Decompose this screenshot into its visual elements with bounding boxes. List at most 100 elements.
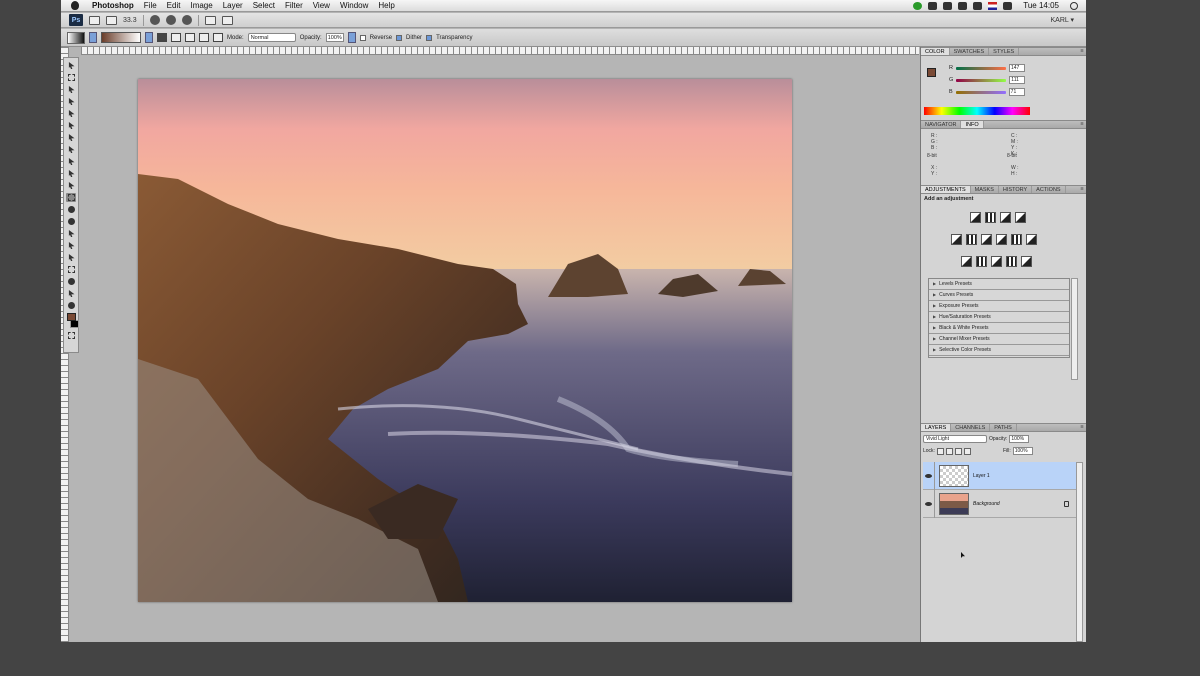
gradient-icon[interactable] <box>66 193 76 202</box>
vibrance-icon[interactable] <box>951 234 962 245</box>
linear-gradient-button[interactable] <box>157 33 167 42</box>
launch-bridge-icon[interactable] <box>89 15 100 25</box>
tab-history[interactable]: HISTORY <box>999 186 1033 193</box>
layers-scrollbar[interactable] <box>1076 462 1083 642</box>
preset-exposure[interactable]: Exposure Presets <box>929 301 1069 312</box>
lasso-icon[interactable] <box>66 85 76 94</box>
workspace-switcher[interactable]: KARL ▾ <box>1051 16 1075 24</box>
transparency-checkbox[interactable] <box>426 34 433 41</box>
tool-preset-dropdown[interactable] <box>89 32 97 43</box>
preset-curves[interactable]: Curves Presets <box>929 290 1069 301</box>
view-extras-icon[interactable] <box>106 15 117 25</box>
menu-select[interactable]: Select <box>248 1 280 10</box>
menu-file[interactable]: File <box>139 1 162 10</box>
tab-channels[interactable]: CHANNELS <box>951 424 991 431</box>
zoom-tool-icon[interactable] <box>165 15 176 25</box>
photo-filter-icon[interactable] <box>1011 234 1022 245</box>
menu-help[interactable]: Help <box>373 1 399 10</box>
wifi-icon[interactable] <box>973 1 983 10</box>
tool-preset-picker[interactable] <box>67 31 85 44</box>
panel-menu-icon[interactable]: ≡ <box>1078 186 1086 193</box>
menu-layer[interactable]: Layer <box>218 1 248 10</box>
levels-icon[interactable] <box>985 212 996 223</box>
rotate-view-icon[interactable] <box>181 15 192 25</box>
hand-tool-icon[interactable] <box>149 15 160 25</box>
radial-gradient-button[interactable] <box>171 33 181 42</box>
color-balance-icon[interactable] <box>981 234 992 245</box>
preset-channel-mixer[interactable]: Channel Mixer Presets <box>929 334 1069 345</box>
opacity-input[interactable]: 100% <box>325 33 344 42</box>
menu-view[interactable]: View <box>308 1 335 10</box>
zoom-icon[interactable] <box>66 301 76 310</box>
tab-swatches[interactable]: SWATCHES <box>950 48 990 55</box>
volume-icon[interactable] <box>1003 1 1013 10</box>
lock-transparency-icon[interactable] <box>936 447 944 455</box>
tab-actions[interactable]: ACTIONS <box>1032 186 1066 193</box>
gradient-picker[interactable] <box>101 32 141 43</box>
green-value-input[interactable]: 111 <box>1009 76 1026 84</box>
pen-icon[interactable] <box>66 229 76 238</box>
marquee-icon[interactable] <box>66 73 76 82</box>
document-image[interactable] <box>138 79 792 602</box>
bluetooth-icon[interactable] <box>943 1 953 10</box>
angle-gradient-button[interactable] <box>185 33 195 42</box>
menu-window[interactable]: Window <box>335 1 373 10</box>
layer-opacity-input[interactable]: 100% <box>1009 435 1030 443</box>
presets-scrollbar[interactable] <box>1071 278 1078 380</box>
apple-logo-icon[interactable] <box>71 1 79 10</box>
invert-icon[interactable] <box>961 256 972 267</box>
dodge-icon[interactable] <box>66 217 76 226</box>
hand-icon[interactable] <box>66 289 76 298</box>
panel-menu-icon[interactable]: ≡ <box>1078 48 1086 55</box>
layer-row-background[interactable]: Background <box>923 489 1077 518</box>
channel-mixer-icon[interactable] <box>1026 234 1037 245</box>
menubar-clock[interactable]: Tue 14:05 <box>1018 1 1064 10</box>
lock-position-icon[interactable] <box>954 447 962 455</box>
preset-levels[interactable]: Levels Presets <box>929 279 1069 290</box>
blue-slider[interactable] <box>955 90 1006 94</box>
tab-navigator[interactable]: NAVIGATOR <box>921 121 962 128</box>
brush-icon[interactable] <box>66 145 76 154</box>
history-brush-icon[interactable] <box>66 169 76 178</box>
crop-icon[interactable] <box>66 109 76 118</box>
foreground-color-swatch[interactable] <box>66 313 76 321</box>
color-spectrum-ramp[interactable] <box>924 107 1030 115</box>
screen-mode-icon[interactable] <box>221 15 233 25</box>
blue-value-input[interactable]: 71 <box>1008 88 1025 96</box>
visibility-eye-icon[interactable] <box>923 461 935 490</box>
eyedropper-icon[interactable] <box>66 121 76 130</box>
threshold-icon[interactable] <box>991 256 1002 267</box>
fill-input[interactable]: 100% <box>1012 447 1033 455</box>
tab-masks[interactable]: MASKS <box>971 186 999 193</box>
background-color-swatch[interactable] <box>69 320 79 328</box>
opacity-dropdown[interactable] <box>347 32 356 43</box>
gradient-dropdown[interactable] <box>145 32 153 43</box>
path-select-icon[interactable] <box>66 253 76 262</box>
curves-icon[interactable] <box>1000 212 1011 223</box>
red-value-input[interactable]: 147 <box>1008 64 1025 72</box>
sync-icon[interactable] <box>913 1 923 10</box>
zoom-level[interactable]: 33.3 <box>123 17 137 24</box>
document-canvas-area[interactable] <box>70 56 920 642</box>
exposure-icon[interactable] <box>1015 212 1026 223</box>
type-icon[interactable] <box>66 241 76 250</box>
tab-styles[interactable]: STYLES <box>989 48 1020 55</box>
dither-checkbox[interactable] <box>396 34 403 41</box>
selective-color-icon[interactable] <box>1021 256 1032 267</box>
eraser-icon[interactable] <box>66 181 76 190</box>
arrange-documents-icon[interactable] <box>204 15 216 25</box>
quick-select-icon[interactable] <box>66 97 76 106</box>
lock-pixels-icon[interactable] <box>945 447 953 455</box>
red-slider[interactable] <box>955 66 1006 70</box>
green-slider[interactable] <box>956 78 1007 82</box>
color-foreground-swatch[interactable] <box>927 68 936 77</box>
reverse-checkbox[interactable] <box>359 34 366 41</box>
blur-icon[interactable] <box>66 205 76 214</box>
shape-icon[interactable] <box>66 265 76 274</box>
tab-paths[interactable]: PATHS <box>990 424 1017 431</box>
tab-adjustments[interactable]: ADJUSTMENTS <box>921 186 971 193</box>
quick-mask-icon[interactable] <box>66 331 76 340</box>
spotlight-icon[interactable] <box>1070 1 1078 10</box>
horizontal-ruler[interactable] <box>81 47 919 55</box>
menu-filter[interactable]: Filter <box>280 1 308 10</box>
